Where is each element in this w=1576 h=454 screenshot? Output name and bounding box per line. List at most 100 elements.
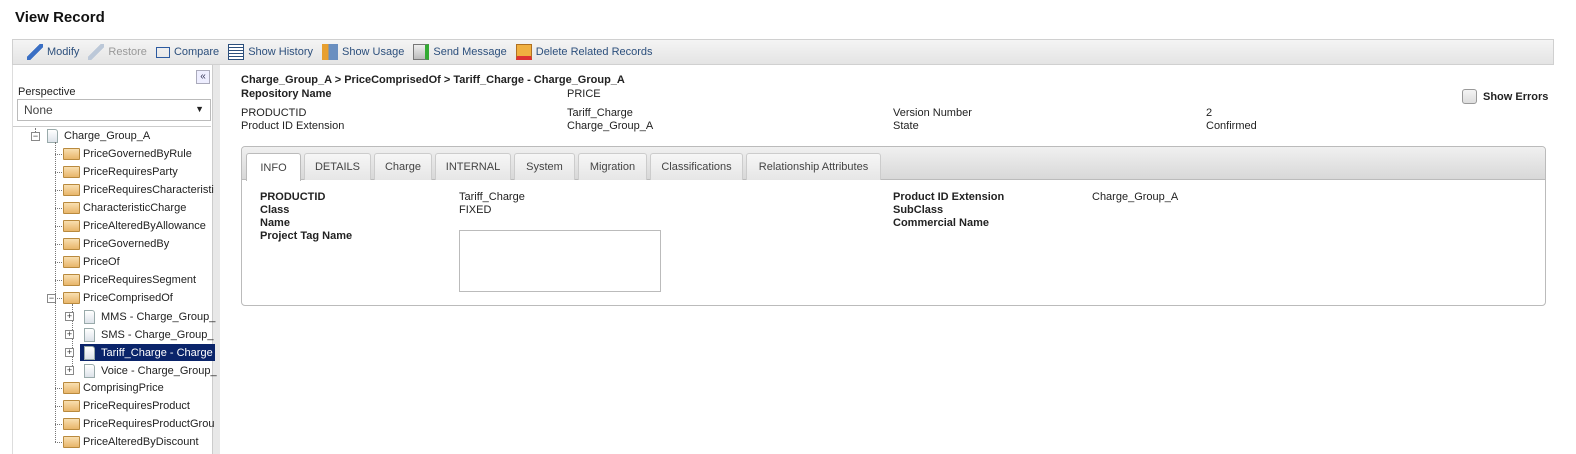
product-id-extension-label: Product ID Extension [241, 120, 345, 132]
tab-system[interactable]: System [514, 153, 575, 180]
document-icon [84, 309, 95, 324]
tree-line [55, 406, 62, 407]
toolbar-label: Show Usage [341, 46, 405, 58]
tree-node-folder[interactable]: PriceRequiresProductGrou [63, 416, 214, 432]
send-message-button[interactable]: Send Message [413, 44, 507, 60]
tree-node-item[interactable]: SMS - Charge_Group_ [80, 326, 214, 343]
tree-node-folder[interactable]: PriceRequiresSegment [63, 272, 196, 288]
tab-details[interactable]: DETAILS [304, 153, 371, 180]
tree-node-label: MMS - Charge_Group_ [101, 310, 216, 323]
info-project-tag-label: Project Tag Name [260, 230, 353, 242]
info-class-value: FIXED [459, 204, 492, 216]
folder-icon [63, 220, 80, 232]
tree-node-item[interactable]: MMS - Charge_Group_ [80, 308, 215, 325]
tree-node-folder[interactable]: PriceAlteredByDiscount [63, 434, 199, 450]
tree-node-folder[interactable]: PriceComprisedOf [63, 290, 173, 306]
tree-node-folder[interactable]: PriceOf [63, 254, 120, 270]
tree-node-folder[interactable]: PriceRequiresCharacteristi [63, 182, 214, 198]
tab-migration[interactable]: Migration [578, 153, 647, 180]
modify-button[interactable]: Modify [27, 44, 79, 60]
tree-line [55, 442, 62, 443]
state-value: Confirmed [1206, 120, 1257, 132]
document-icon [47, 129, 58, 143]
tree-node-folder[interactable]: CharacteristicCharge [63, 200, 186, 216]
tree-node-folder[interactable]: PriceRequiresProduct [63, 398, 190, 414]
folder-icon [63, 436, 80, 448]
toolbar-label: Restore [108, 46, 147, 58]
expand-icon[interactable]: + [65, 366, 74, 375]
tree-node-label: PriceComprisedOf [83, 292, 173, 304]
checkbox-icon[interactable] [1462, 89, 1477, 104]
toolbar-label: Send Message [433, 46, 507, 58]
send-message-icon [413, 44, 430, 60]
tab-info[interactable]: INFO [246, 153, 301, 181]
tree-node-folder[interactable]: PriceGovernedByRule [63, 146, 192, 162]
tab-internal[interactable]: INTERNAL [435, 153, 511, 180]
tree-node-folder[interactable]: ComprisingPrice [63, 380, 164, 396]
pencil-icon [27, 44, 43, 60]
expand-icon[interactable]: + [65, 312, 74, 321]
tree-node-label: PriceGovernedByRule [83, 148, 192, 160]
document-icon [84, 327, 95, 342]
tab-classifications[interactable]: Classifications [650, 153, 743, 180]
tree-node-label: PriceGovernedBy [83, 238, 170, 250]
folder-icon [63, 256, 80, 268]
tab-relationship-attributes[interactable]: Relationship Attributes [746, 153, 881, 180]
state-label: State [893, 120, 919, 132]
tree-line [55, 226, 62, 227]
info-pidext-label: Product ID Extension [893, 191, 1005, 203]
tab-charge[interactable]: Charge [374, 153, 432, 180]
tree-node-folder[interactable]: PriceAlteredByAllowance [63, 218, 206, 234]
folder-icon [63, 148, 80, 160]
project-tag-name-box[interactable] [459, 230, 661, 292]
left-panel-splitter[interactable] [212, 65, 220, 454]
tree-node-label: PriceRequiresSegment [83, 274, 197, 286]
collapse-icon[interactable]: − [31, 132, 40, 141]
tree-node-label: PriceRequiresProductGrou [83, 418, 215, 430]
perspective-value: None [24, 103, 53, 117]
tree-line [55, 154, 62, 155]
repository-value: PRICE [567, 88, 601, 100]
tree-line [55, 190, 62, 191]
tree-node-item[interactable]: Voice - Charge_Group_ [80, 362, 217, 379]
show-errors-checkbox[interactable]: Show Errors [1462, 89, 1548, 104]
tree-node-label: PriceOf [83, 256, 120, 268]
show-history-button[interactable]: Show History [228, 44, 313, 60]
expand-icon[interactable]: + [65, 330, 74, 339]
divider [13, 126, 211, 127]
tree-node-label: PriceRequiresParty [83, 166, 178, 178]
dropdown-arrow-icon: ▼ [195, 104, 204, 114]
tree-line [55, 244, 62, 245]
tree-node-folder[interactable]: PriceGovernedBy [63, 236, 169, 252]
tree-node-label: PriceAlteredByAllowance [83, 220, 206, 232]
tree-line [55, 142, 56, 442]
tree-node-label: Voice - Charge_Group_ [101, 364, 217, 377]
tree-node-folder[interactable]: PriceRequiresParty [63, 164, 178, 180]
perspective-select[interactable]: None ▼ [17, 99, 211, 121]
tree-node-label: SMS - Charge_Group_ [101, 328, 214, 341]
perspective-label: Perspective [18, 86, 76, 98]
compare-icon [155, 46, 170, 58]
folder-icon [63, 400, 80, 412]
delete-related-records-button[interactable]: Delete Related Records [515, 44, 653, 60]
info-pidext-value: Charge_Group_A [1092, 191, 1179, 203]
expand-icon[interactable]: + [65, 348, 74, 357]
tree-line [55, 262, 62, 263]
info-commercial-name-label: Commercial Name [893, 217, 989, 229]
toolbar-label: Modify [47, 46, 80, 58]
tree-node-label: PriceRequiresCharacteristi [83, 184, 214, 196]
tree-node-label: PriceRequiresProduct [83, 400, 190, 412]
folder-icon [63, 292, 80, 304]
folder-icon [63, 166, 80, 178]
tree-node-root[interactable]: Charge_Group_A [47, 128, 150, 144]
show-usage-button[interactable]: Show Usage [321, 44, 405, 60]
tree-line [55, 424, 62, 425]
collapse-panel-button[interactable]: « [196, 70, 210, 84]
repository-label: Repository Name [241, 88, 332, 100]
tree-line [55, 208, 62, 209]
breadcrumb: Charge_Group_A > PriceComprisedOf > Tari… [241, 74, 625, 86]
restore-button[interactable]: Restore [88, 44, 147, 60]
tree-line [55, 280, 62, 281]
compare-button[interactable]: Compare [155, 46, 219, 58]
tree-node-item[interactable]: Tariff_Charge - Charge [80, 344, 215, 361]
